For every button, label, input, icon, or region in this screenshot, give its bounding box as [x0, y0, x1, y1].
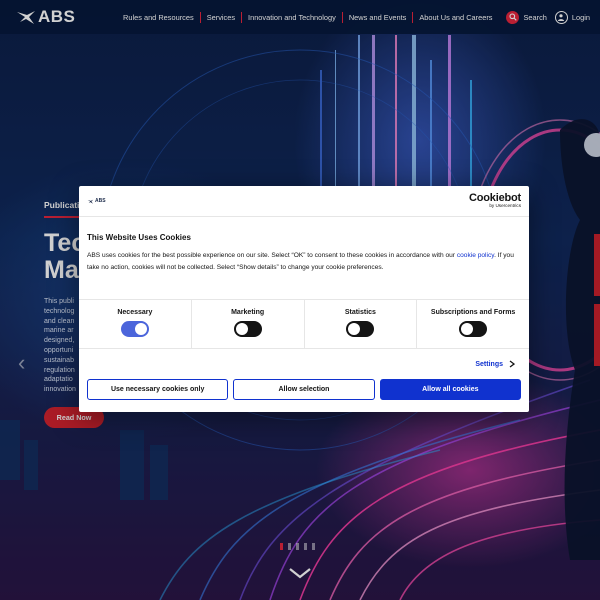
toggle-label: Statistics — [344, 309, 376, 316]
marketing-switch[interactable] — [233, 321, 262, 337]
dialog-header: ABS Cookiebot by Usercentrics — [79, 186, 529, 217]
dialog-logo-text: ABS — [95, 198, 106, 204]
toggle-necessary: Necessary — [79, 300, 192, 348]
settings-link[interactable]: Settings — [79, 349, 529, 379]
use-necessary-cookies-button[interactable]: Use necessary cookies only — [87, 379, 229, 400]
cookie-policy-link[interactable]: cookie policy — [457, 252, 494, 259]
cookie-category-toggles: Necessary Marketing Statistics Subscript… — [79, 299, 529, 349]
dialog-title: This Website Uses Cookies — [87, 233, 191, 242]
dialog-body: This Website Uses Cookies ABS uses cooki… — [79, 217, 529, 299]
cookiebot-sub: by Usercentrics — [489, 203, 521, 209]
cookiebot-logo[interactable]: Cookiebot by Usercentrics — [469, 193, 521, 209]
switch-knob — [348, 323, 361, 335]
subscriptions-switch[interactable] — [459, 321, 488, 337]
switch-knob — [134, 323, 147, 335]
allow-all-cookies-button[interactable]: Allow all cookies — [379, 379, 521, 400]
dialog-text-part: ABS uses cookies for the best possible e… — [87, 252, 457, 259]
eagle-logo-icon — [87, 199, 94, 204]
toggle-label: Necessary — [117, 309, 153, 316]
dialog-actions: Use necessary cookies only Allow selecti… — [79, 379, 529, 400]
necessary-switch[interactable] — [120, 321, 149, 337]
toggle-statistics: Statistics — [305, 300, 418, 348]
toggle-marketing: Marketing — [192, 300, 305, 348]
toggle-subscriptions-and-forms: Subscriptions and Forms — [417, 300, 529, 348]
allow-selection-button[interactable]: Allow selection — [233, 379, 375, 400]
switch-knob — [235, 323, 248, 335]
toggle-label: Marketing — [231, 309, 265, 316]
dialog-abs-logo: ABS — [87, 198, 106, 204]
toggle-label: Subscriptions and Forms — [430, 309, 516, 316]
statistics-switch[interactable] — [346, 321, 375, 337]
dialog-description: ABS uses cookies for the best possible e… — [87, 250, 521, 274]
chevron-right-icon — [509, 360, 515, 368]
settings-label: Settings — [475, 360, 503, 368]
switch-knob — [461, 323, 474, 335]
cookie-consent-dialog: ABS Cookiebot by Usercentrics This Websi… — [79, 186, 529, 412]
